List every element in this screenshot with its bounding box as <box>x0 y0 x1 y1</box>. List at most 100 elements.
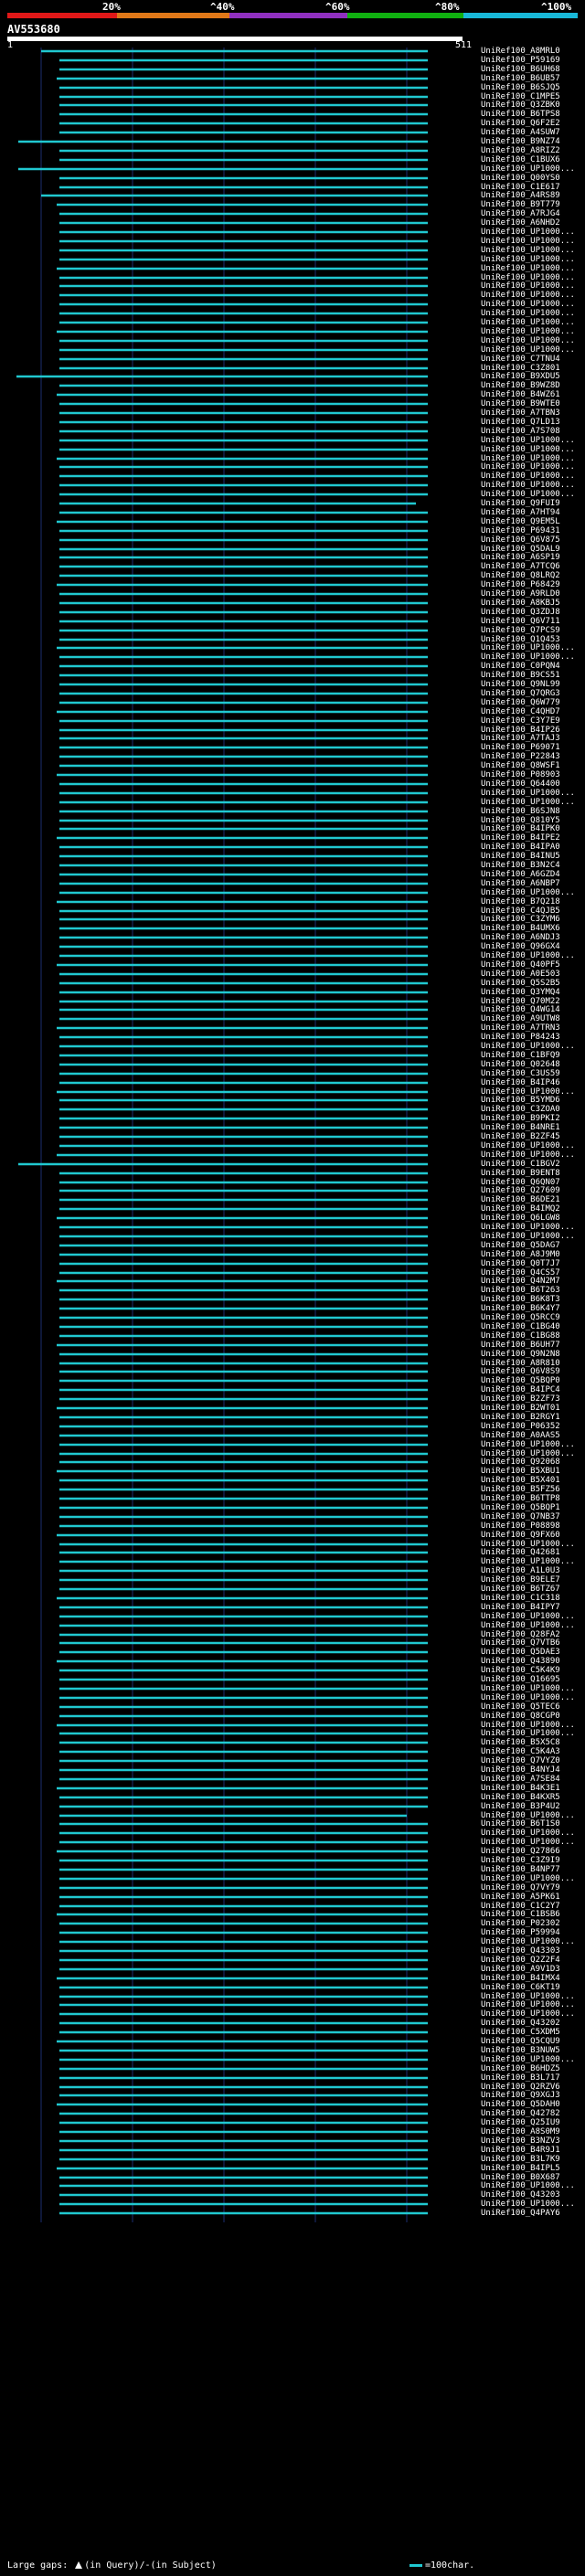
hit-label[interactable]: UniRef100_A9UTW8 <box>481 1014 560 1023</box>
hit-label[interactable]: UniRef100_Q7NB37 <box>481 1512 560 1521</box>
hit-label[interactable]: UniRef100_Q9FUI9 <box>481 499 560 508</box>
hit-label[interactable]: UniRef100_P59994 <box>481 1928 560 1937</box>
hit-label[interactable]: UniRef100_C5XDM5 <box>481 2028 560 2037</box>
hit-label[interactable]: UniRef100_C1C318 <box>481 1594 560 1603</box>
hit-label[interactable]: UniRef100_Q0T7J7 <box>481 1259 560 1268</box>
hit-label[interactable]: UniRef100_C1BFQ9 <box>481 1051 560 1060</box>
hit-label[interactable]: UniRef100_UP1000... <box>481 951 575 960</box>
hit-label[interactable]: UniRef100_Q3YMQ4 <box>481 988 560 997</box>
hit-label[interactable]: UniRef100_B9PKI2 <box>481 1114 560 1123</box>
hit-label[interactable]: UniRef100_B6T1S0 <box>481 1819 560 1829</box>
hit-label[interactable]: UniRef100_B4IPK0 <box>481 824 560 833</box>
hit-label[interactable]: UniRef100_UP1000... <box>481 1838 575 1847</box>
hit-label[interactable]: UniRef100_A6SP19 <box>481 553 560 562</box>
hit-label[interactable]: UniRef100_C0PQN4 <box>481 662 560 671</box>
hit-label[interactable]: UniRef100_B6TZ67 <box>481 1585 560 1594</box>
hit-label[interactable]: UniRef100_Q5DAE3 <box>481 1648 560 1657</box>
hit-label[interactable]: UniRef100_A9V1D3 <box>481 1965 560 1974</box>
hit-label[interactable]: UniRef100_A0AAS5 <box>481 1431 560 1440</box>
hit-label[interactable]: UniRef100_Q6V8S9 <box>481 1367 560 1376</box>
hit-label[interactable]: UniRef100_B6UB57 <box>481 74 560 83</box>
hit-label[interactable]: UniRef100_A8KBJ5 <box>481 599 560 608</box>
hit-label[interactable]: UniRef100_UP1000... <box>481 327 575 336</box>
hit-label[interactable]: UniRef100_UP1000... <box>481 445 575 454</box>
hit-label[interactable]: UniRef100_UP1000... <box>481 1223 575 1232</box>
hit-label[interactable]: UniRef100_Q4WG14 <box>481 1005 560 1014</box>
hit-label[interactable]: UniRef100_A1L0U3 <box>481 1566 560 1575</box>
hit-label[interactable]: UniRef100_A9RLD0 <box>481 589 560 599</box>
hit-label[interactable]: UniRef100_B4WZ61 <box>481 390 560 399</box>
hit-label[interactable]: UniRef100_UP1000... <box>481 2181 575 2190</box>
hit-label[interactable]: UniRef100_UP1000... <box>481 462 575 472</box>
hit-label[interactable]: UniRef100_B9ELE7 <box>481 1575 560 1585</box>
hit-label[interactable]: UniRef100_B6HDZ5 <box>481 2064 560 2073</box>
hit-label[interactable]: UniRef100_P08898 <box>481 1521 560 1531</box>
hit-label[interactable]: UniRef100_B4IPC4 <box>481 1385 560 1394</box>
hit-label[interactable]: UniRef100_B6K4Y7 <box>481 1304 560 1313</box>
hit-label[interactable]: UniRef100_UP1000... <box>481 1829 575 1838</box>
hit-label[interactable]: UniRef100_B5X5C8 <box>481 1738 560 1747</box>
hit-label[interactable]: UniRef100_Q43890 <box>481 1657 560 1666</box>
hit-label[interactable]: UniRef100_Q3ZDJ8 <box>481 608 560 617</box>
hit-label[interactable]: UniRef100_Q64400 <box>481 779 560 789</box>
hit-label[interactable]: UniRef100_B4IPE2 <box>481 833 560 843</box>
hit-label[interactable]: UniRef100_B6TTP8 <box>481 1494 560 1503</box>
hit-label[interactable]: UniRef100_Q92068 <box>481 1458 560 1467</box>
hit-label[interactable]: UniRef100_B4KXR5 <box>481 1793 560 1802</box>
hit-label[interactable]: UniRef100_Q43202 <box>481 2019 560 2028</box>
hit-label[interactable]: UniRef100_B9WTE0 <box>481 399 560 408</box>
hit-label[interactable]: UniRef100_Q9XGJ3 <box>481 2091 560 2100</box>
hit-label[interactable]: UniRef100_UP1000... <box>481 1150 575 1160</box>
hit-label[interactable]: UniRef100_UP1000... <box>481 2200 575 2209</box>
hit-label[interactable]: UniRef100_Q5RCC9 <box>481 1313 560 1322</box>
hit-label[interactable]: UniRef100_Q7QRG3 <box>481 689 560 698</box>
hit-label[interactable]: UniRef100_B4NP77 <box>481 1865 560 1874</box>
hit-label[interactable]: UniRef100_C3ZOA0 <box>481 1105 560 1114</box>
hit-label[interactable]: UniRef100_B4IP46 <box>481 1078 560 1087</box>
hit-label[interactable]: UniRef100_Q5DAH0 <box>481 2100 560 2109</box>
hit-label[interactable]: UniRef100_B9NZ74 <box>481 137 560 146</box>
hit-label[interactable]: UniRef100_B7Q218 <box>481 897 560 906</box>
hit-label[interactable]: UniRef100_P22843 <box>481 752 560 761</box>
hit-label[interactable]: UniRef100_UP1000... <box>481 228 575 237</box>
hit-label[interactable]: UniRef100_UP1000... <box>481 2009 575 2019</box>
hit-label[interactable]: UniRef100_A0E503 <box>481 970 560 979</box>
hit-label[interactable]: UniRef100_UP1000... <box>481 318 575 327</box>
hit-label[interactable]: UniRef100_A7SE84 <box>481 1775 560 1784</box>
hit-label[interactable]: UniRef100_B4UMX6 <box>481 924 560 933</box>
hit-label[interactable]: UniRef100_B3L7K9 <box>481 2155 560 2164</box>
hit-label[interactable]: UniRef100_UP1000... <box>481 164 575 174</box>
hit-label[interactable]: UniRef100_Q7PCS9 <box>481 626 560 635</box>
hit-label[interactable]: UniRef100_UP1000... <box>481 789 575 798</box>
hit-label[interactable]: UniRef100_A8RIZ2 <box>481 146 560 155</box>
hit-label[interactable]: UniRef100_B5FZ56 <box>481 1485 560 1494</box>
hit-label[interactable]: UniRef100_B9CS51 <box>481 671 560 680</box>
hit-label[interactable]: UniRef100_UP1000... <box>481 481 575 490</box>
hit-label[interactable]: UniRef100_B4IPY7 <box>481 1603 560 1612</box>
hit-label[interactable]: UniRef100_Q43303 <box>481 1946 560 1956</box>
hit-label[interactable]: UniRef100_Q00YS0 <box>481 174 560 183</box>
hit-label[interactable]: UniRef100_Q9EM5L <box>481 517 560 526</box>
hit-label[interactable]: UniRef100_UP1000... <box>481 2055 575 2064</box>
hit-label[interactable]: UniRef100_C4QHD7 <box>481 707 560 716</box>
hit-label[interactable]: UniRef100_B4IPA0 <box>481 843 560 852</box>
hit-label[interactable]: UniRef100_Q8CGP0 <box>481 1712 560 1721</box>
hit-label[interactable]: UniRef100_Q43203 <box>481 2190 560 2200</box>
hit-label[interactable]: UniRef100_P84243 <box>481 1033 560 1042</box>
hit-label[interactable]: UniRef100_B2ZF45 <box>481 1132 560 1141</box>
hit-label[interactable]: UniRef100_B3P4U2 <box>481 1802 560 1811</box>
hit-label[interactable]: UniRef100_Q4PAY6 <box>481 2209 560 2218</box>
hit-label[interactable]: UniRef100_Q8WSF1 <box>481 761 560 770</box>
hit-label[interactable]: UniRef100_Q6V711 <box>481 617 560 626</box>
hit-label[interactable]: UniRef100_UP1000... <box>481 798 575 807</box>
hit-label[interactable]: UniRef100_UP1000... <box>481 309 575 318</box>
hit-label[interactable]: UniRef100_P59169 <box>481 56 560 65</box>
hit-label[interactable]: UniRef100_B4IMQ2 <box>481 1204 560 1214</box>
hit-label[interactable]: UniRef100_B4NYJ4 <box>481 1765 560 1775</box>
hit-label[interactable]: UniRef100_UP1000... <box>481 246 575 255</box>
hit-label[interactable]: UniRef100_Q5BQP1 <box>481 1503 560 1512</box>
hit-label[interactable]: UniRef100_B3N2C4 <box>481 861 560 870</box>
hit-label[interactable]: UniRef100_C6KT19 <box>481 1983 560 1992</box>
hit-label[interactable]: UniRef100_Q27866 <box>481 1847 560 1856</box>
hit-label[interactable]: UniRef100_A4RS89 <box>481 191 560 200</box>
